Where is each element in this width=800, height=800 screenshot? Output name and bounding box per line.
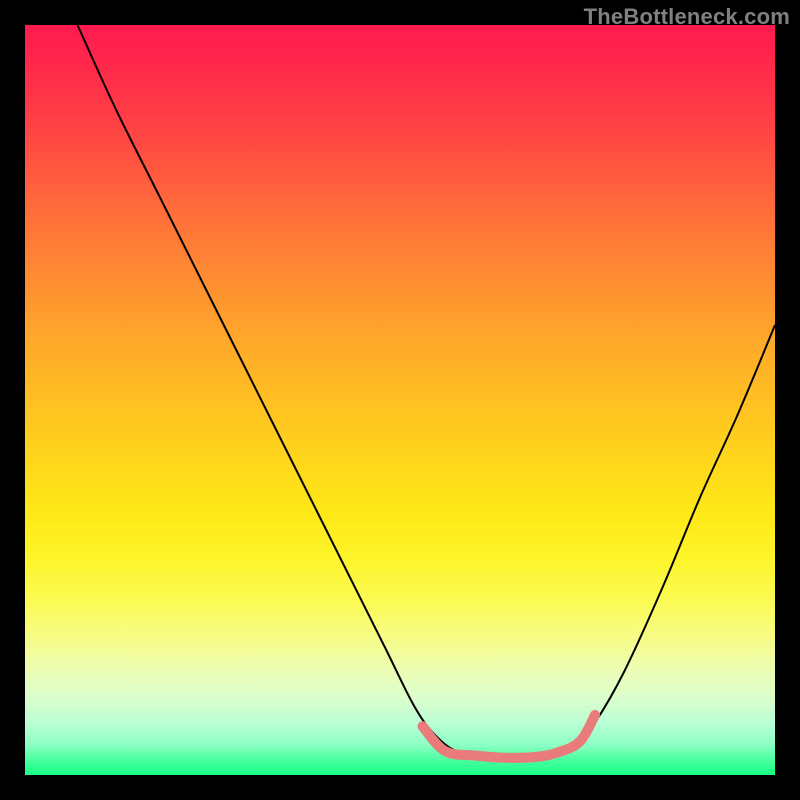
- main-curve-path: [78, 25, 776, 759]
- curve-svg: [25, 25, 775, 775]
- watermark-text: TheBottleneck.com: [584, 4, 790, 30]
- plot-area: [25, 25, 775, 775]
- chart-stage: TheBottleneck.com: [0, 0, 800, 800]
- bottom-marker-path: [423, 715, 596, 758]
